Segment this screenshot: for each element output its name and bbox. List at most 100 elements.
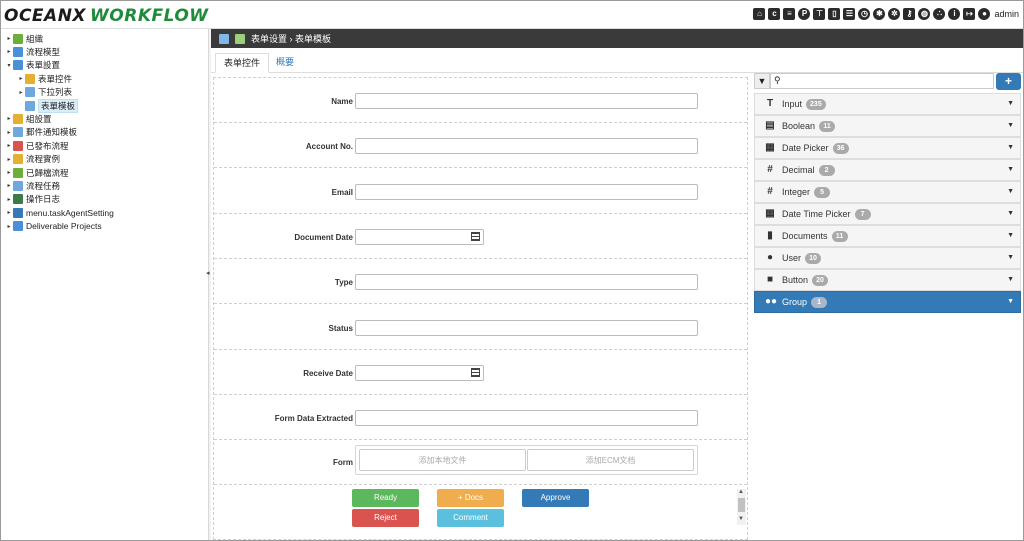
- checklist-icon[interactable]: ≡: [783, 8, 796, 20]
- add-docs-button[interactable]: + Docs: [437, 489, 504, 507]
- chevron-down-icon[interactable]: ▼: [1007, 144, 1014, 151]
- date-field[interactable]: [355, 364, 484, 381]
- chevron-down-icon[interactable]: ▼: [1007, 166, 1014, 173]
- tab-bar: 表单控件 概要: [211, 51, 1023, 73]
- sitemap-icon[interactable]: ⊤: [813, 8, 826, 20]
- chevron-down-icon[interactable]: ▼: [1007, 210, 1014, 217]
- chevron-down-icon[interactable]: ▼: [1007, 100, 1014, 107]
- home-icon[interactable]: ⌂: [753, 8, 766, 20]
- globe-icon[interactable]: ◍: [918, 8, 931, 20]
- expand-caret-icon[interactable]: ▸: [5, 169, 13, 176]
- chevron-down-icon[interactable]: ▼: [1007, 188, 1014, 195]
- palette-item-button[interactable]: ■ Button 20 ▼: [754, 269, 1021, 291]
- text-field[interactable]: [355, 410, 698, 427]
- pane-splitter[interactable]: [208, 29, 211, 540]
- tree-item[interactable]: ▸ 郵件通知模板: [5, 126, 77, 139]
- palette-item-decimal[interactable]: # Decimal 2 ▼: [754, 159, 1021, 181]
- expand-caret-icon[interactable]: ▸: [5, 223, 13, 230]
- chevron-down-icon[interactable]: ▼: [1007, 276, 1014, 283]
- collapse-caret-icon[interactable]: ▾: [5, 62, 13, 69]
- tab-form-controls[interactable]: 表单控件: [215, 53, 270, 73]
- tree-item[interactable]: ▸ 下拉列表: [17, 86, 72, 99]
- ch-icon[interactable]: c: [768, 8, 781, 20]
- expand-caret-icon[interactable]: ▸: [5, 129, 13, 136]
- add-ecm-document-button[interactable]: 添加ECM文档: [527, 449, 694, 472]
- tree-item[interactable]: ▸ Deliverable Projects: [5, 220, 102, 233]
- reject-button[interactable]: Reject: [352, 509, 419, 527]
- approve-button[interactable]: Approve: [522, 489, 589, 507]
- text-field[interactable]: [355, 93, 698, 109]
- expand-caret-icon[interactable]: ▸: [5, 35, 13, 42]
- comment-button[interactable]: Comment: [437, 509, 504, 527]
- decimal-icon: #: [767, 164, 773, 175]
- scroll-down-icon[interactable]: ▼: [738, 516, 744, 522]
- expand-caret-icon[interactable]: ▸: [5, 209, 13, 216]
- text-field[interactable]: [355, 274, 698, 291]
- count-badge: 2: [818, 164, 835, 176]
- tree-item[interactable]: ▸ 流程任務: [5, 179, 60, 192]
- palette-item-date-picker[interactable]: ▦ Date Picker 36 ▼: [754, 137, 1021, 159]
- gear-icon[interactable]: ✱: [873, 8, 886, 20]
- tree-node-icon: [25, 87, 35, 98]
- tree-item[interactable]: ▸ 流程模型: [5, 45, 60, 58]
- network-icon[interactable]: ∴: [933, 8, 946, 20]
- ready-button[interactable]: Ready: [352, 489, 419, 507]
- palette-item-input[interactable]: T Input 235 ▼: [754, 93, 1021, 115]
- tree-item[interactable]: 表單模板: [17, 98, 79, 113]
- tree-item[interactable]: ▸ 組設置: [5, 112, 52, 125]
- list-icon[interactable]: ☰: [843, 8, 856, 20]
- tree-item[interactable]: ▾ 表單設置: [5, 59, 60, 72]
- text-field[interactable]: [355, 319, 698, 336]
- expand-caret-icon[interactable]: ▸: [5, 115, 13, 122]
- app-window: OCEANX WORKFLOW ⌂ c ≡ P ⊤ ▯ ☰ ◷ ✱ ✲ ⚷ ◍ ∴…: [0, 0, 1024, 541]
- palette-item-group[interactable]: ●● Group 1 ▼: [754, 291, 1021, 313]
- palette-item-documents[interactable]: ▮ Documents 11 ▼: [754, 225, 1021, 247]
- scroll-up-icon[interactable]: ▲: [738, 489, 744, 495]
- form-scrollbar[interactable]: ▲ ▼: [737, 489, 746, 525]
- expand-caret-icon[interactable]: ▸: [5, 156, 13, 163]
- scroll-thumb[interactable]: [738, 498, 745, 512]
- palette-item-integer[interactable]: # Integer 5 ▼: [754, 181, 1021, 203]
- expand-caret-icon[interactable]: ▸: [5, 142, 13, 149]
- add-control-button[interactable]: +: [996, 73, 1021, 90]
- tree-item[interactable]: ▸ 表單控件: [17, 72, 72, 85]
- text-field[interactable]: [355, 183, 698, 200]
- clock-icon[interactable]: ◷: [858, 8, 871, 20]
- user-name[interactable]: admin: [994, 9, 1019, 19]
- expand-caret-icon[interactable]: ▸: [17, 75, 25, 82]
- expand-caret-icon[interactable]: ▸: [17, 89, 25, 96]
- calendar-icon[interactable]: [471, 367, 480, 377]
- tree-item[interactable]: ▸ 組織: [5, 32, 43, 45]
- tree-node-icon: [13, 140, 23, 151]
- trash-icon[interactable]: ▯: [828, 8, 841, 20]
- collapse-handle-icon[interactable]: ◂: [206, 269, 210, 277]
- p-icon[interactable]: P: [798, 8, 811, 20]
- palette-item-boolean[interactable]: ▤ Boolean 11 ▼: [754, 115, 1021, 137]
- text-field[interactable]: [355, 138, 698, 155]
- expand-caret-icon[interactable]: ▸: [5, 48, 13, 55]
- user-icon[interactable]: ●: [978, 8, 991, 20]
- logout-icon[interactable]: ↦: [963, 8, 976, 20]
- palette-item-date-time-picker[interactable]: ▦ Date Time Picker 7 ▼: [754, 203, 1021, 225]
- palette-search-input[interactable]: [770, 73, 994, 89]
- date-field[interactable]: [355, 228, 484, 245]
- palette-item-user[interactable]: ● User 10 ▼: [754, 247, 1021, 269]
- calendar-icon[interactable]: [471, 231, 480, 241]
- tree-item[interactable]: ▸ 流程實例: [5, 153, 60, 166]
- chevron-down-icon[interactable]: ▼: [1007, 122, 1014, 129]
- chevron-down-icon[interactable]: ▼: [1007, 254, 1014, 261]
- tab-summary[interactable]: 概要: [268, 53, 302, 73]
- tree-item[interactable]: ▸ 已發布流程: [5, 139, 69, 152]
- tree-item[interactable]: ▸ 已歸檔流程: [5, 166, 69, 179]
- gears-icon[interactable]: ✲: [888, 8, 901, 20]
- tree-item[interactable]: ▸ 操作日志: [5, 193, 60, 206]
- info-icon[interactable]: i: [948, 8, 961, 20]
- chevron-down-icon[interactable]: ▼: [1007, 298, 1014, 305]
- add-local-file-button[interactable]: 添加本地文件: [359, 449, 526, 472]
- tree-item[interactable]: ▸ menu.taskAgentSetting: [5, 206, 114, 219]
- expand-caret-icon[interactable]: ▸: [5, 196, 13, 203]
- chevron-down-icon[interactable]: ▼: [1007, 232, 1014, 239]
- expand-caret-icon[interactable]: ▸: [5, 182, 13, 189]
- filter-icon[interactable]: ▼: [754, 73, 770, 89]
- key-icon[interactable]: ⚷: [903, 8, 916, 20]
